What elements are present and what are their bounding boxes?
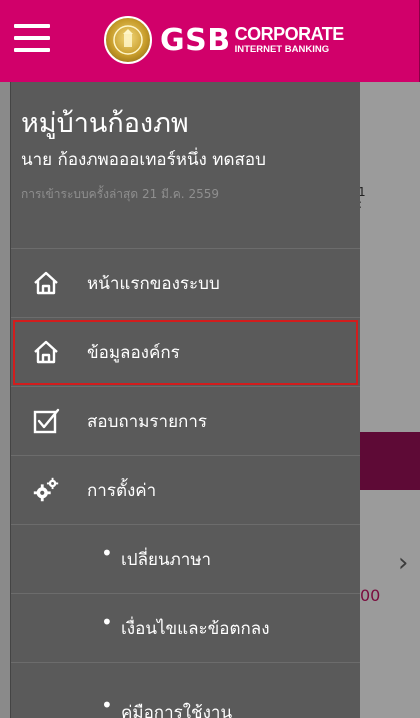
submenu-item-label: เปลี่ยนภาษา <box>121 549 212 570</box>
menu-item-label: การตั้งค่า <box>87 480 157 501</box>
background-page <box>360 82 420 718</box>
logo-text-gsb: GSB <box>160 22 231 58</box>
menu-item-inquiry[interactable]: สอบถามรายการ <box>11 387 360 456</box>
menu-item-settings[interactable]: การตั้งค่า <box>11 456 360 525</box>
bullet-icon: • <box>101 693 113 717</box>
chevron-right-icon[interactable]: › <box>398 548 408 578</box>
checkbox-icon <box>31 406 61 436</box>
logo-text-internet-banking: INTERNET BANKING <box>234 44 330 56</box>
home-icon <box>31 337 61 367</box>
submenu-item-user-manual[interactable]: • คู่มือการใช้งาน <box>11 663 360 718</box>
submenu-item-change-language[interactable]: • เปลี่ยนภาษา <box>11 525 360 594</box>
menu-item-label: หน้าแรกของระบบ <box>87 273 220 294</box>
menu-item-label: สอบถามรายการ <box>87 411 208 432</box>
background-amount-fragment: 00 <box>360 586 381 605</box>
menu-item-label: ข้อมูลองค์กร <box>87 342 180 363</box>
background-account-band <box>360 432 420 490</box>
submenu-item-label: คู่มือการใช้งาน <box>121 703 233 718</box>
user-name: นาย ก้องภพอออเทอร์หนึ่ง ทดสอบ <box>21 150 266 171</box>
last-login-text: การเข้าระบบครั้งล่าสุด 21 มี.ค. 2559 <box>21 187 219 202</box>
hamburger-icon[interactable] <box>14 24 50 56</box>
menu-item-home[interactable]: หน้าแรกของระบบ <box>11 249 360 318</box>
organization-name: หมู่บ้านก้องภพ <box>21 108 189 139</box>
gsb-seal-icon <box>104 16 152 64</box>
menu-item-organization-info[interactable]: ข้อมูลองค์กร <box>11 318 360 387</box>
logo-text-corporate: CORPORATE <box>234 24 345 45</box>
app-header: GSB CORPORATE INTERNET BANKING <box>0 0 420 82</box>
bullet-icon: • <box>101 541 113 565</box>
bullet-icon: • <box>101 610 113 634</box>
submenu-item-label: เงื่อนไขและข้อตกลง <box>121 618 270 639</box>
submenu-item-terms-and-conditions[interactable]: • เงื่อนไขและข้อตกลง <box>11 594 360 663</box>
navigation-drawer: หมู่บ้านก้องภพ นาย ก้องภพอออเทอร์หนึ่ง ท… <box>10 82 360 718</box>
gears-icon <box>31 475 61 505</box>
gsb-logo: GSB CORPORATE INTERNET BANKING <box>104 14 344 66</box>
home-icon <box>31 268 61 298</box>
profile-section: หมู่บ้านก้องภพ นาย ก้องภพอออเทอร์หนึ่ง ท… <box>11 82 360 249</box>
